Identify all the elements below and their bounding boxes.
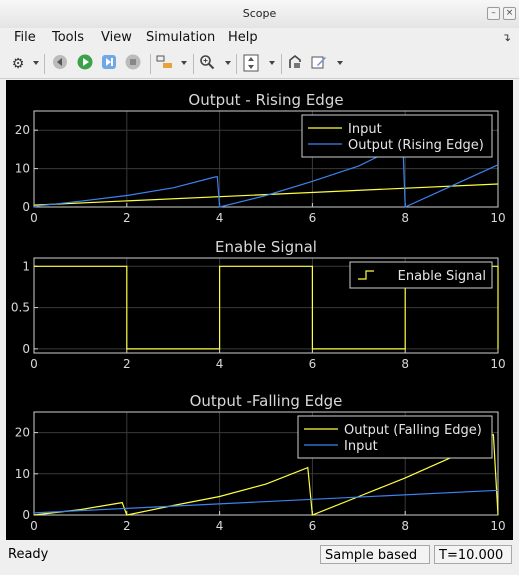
sample-mode: Sample based (320, 545, 430, 564)
status-bar: Ready Sample based T=10.000 (0, 544, 519, 567)
edit-icon[interactable] (311, 54, 331, 74)
y-tick-label: 0 (22, 342, 30, 356)
x-tick-label: 4 (216, 357, 224, 371)
chevron-down-icon[interactable] (269, 61, 275, 65)
toolbar: ⚙ (0, 50, 519, 79)
play-icon[interactable] (77, 54, 97, 74)
legend-label: Input (344, 439, 378, 454)
x-tick-label: 6 (309, 519, 317, 533)
x-tick-label: 10 (490, 519, 505, 533)
legend-label: Output (Falling Edge) (344, 423, 482, 438)
menu-view[interactable]: View (101, 30, 132, 45)
x-tick-label: 10 (490, 357, 505, 371)
autoscale-icon[interactable] (243, 54, 263, 74)
status-text: Ready (8, 547, 49, 562)
chevron-down-icon[interactable] (33, 61, 39, 65)
chart-panel-3: Output -Falling Edge 0 2 4 6 8 10 0 10 20 Output (… (15, 392, 506, 533)
chart-legend: Enable Signal (349, 261, 493, 289)
step-forward-icon[interactable] (101, 54, 121, 74)
y-tick-label: 20 (15, 123, 30, 137)
chart-legend: InputOutput (Rising Edge) (301, 114, 493, 158)
legend-label: Input (348, 122, 382, 137)
time-display: T=10.000 (434, 545, 512, 564)
y-tick-label: 0 (22, 508, 30, 522)
rewind-icon[interactable] (52, 54, 72, 74)
y-tick-label: 10 (15, 162, 30, 176)
legend-label: Enable Signal (398, 269, 486, 284)
chart-legend: Output (Falling Edge)Input (297, 415, 493, 459)
scope-axes[interactable]: Output - Rising Edge0 2 4 6 8 1001020 InputOut… (6, 80, 513, 540)
menu-tools[interactable]: Tools (52, 30, 84, 45)
dock-icon[interactable]: ↴ (502, 31, 511, 44)
x-tick-label: 6 (309, 357, 317, 371)
menu-file[interactable]: File (14, 30, 36, 45)
x-tick-label: 0 (30, 211, 38, 225)
highlight-icon[interactable] (156, 54, 176, 74)
chevron-down-icon[interactable] (181, 61, 187, 65)
gear-icon[interactable]: ⚙ (8, 54, 28, 74)
x-tick-label: 2 (123, 211, 131, 225)
zoom-icon[interactable] (199, 54, 219, 74)
y-tick-label: 1 (22, 259, 30, 273)
x-tick-label: 8 (401, 357, 409, 371)
y-tick-label: 20 (15, 426, 30, 440)
legend-label: Output (Rising Edge) (348, 138, 484, 153)
series-line-2 (33, 489, 499, 514)
menu-bar: File Tools View Simulation Help ↴ (0, 28, 519, 50)
chart-panel-2: Enable Signal 0 2 4 6 8 10 0 0.5 1 Enable Signal (11, 238, 506, 371)
menu-help[interactable]: Help (228, 30, 258, 45)
x-tick-label: 4 (216, 519, 224, 533)
series-line-1 (33, 183, 499, 206)
close-icon[interactable]: × (503, 7, 516, 20)
chart-panel-1: Output - Rising Edge 0 2 4 6 8 10 0 10 20 InputOut… (15, 91, 506, 225)
y-tick-label: 10 (15, 467, 30, 481)
x-tick-label: 0 (30, 519, 38, 533)
x-tick-label: 2 (123, 519, 131, 533)
x-tick-label: 4 (216, 211, 224, 225)
stop-icon[interactable] (125, 54, 145, 74)
x-tick-label: 8 (401, 519, 409, 533)
chart-title: Output - Rising Edge (188, 91, 343, 109)
chart-title: Output -Falling Edge (190, 392, 343, 410)
restore-icon[interactable] (287, 54, 307, 74)
y-tick-label: 0 (22, 200, 30, 214)
x-tick-label: 0 (30, 357, 38, 371)
title-bar: Scope – × (0, 0, 519, 29)
scope-plot-area: Output - Rising Edge 0 2 4 6 8 10 0 10 20 Input Out… (6, 80, 513, 540)
chevron-down-icon[interactable] (337, 61, 343, 65)
x-tick-label: 2 (123, 357, 131, 371)
chevron-down-icon[interactable] (225, 61, 231, 65)
chart-title: Enable Signal (215, 238, 317, 256)
window-title: Scope (242, 7, 277, 20)
y-tick-label: 0.5 (11, 301, 30, 315)
x-tick-label: 8 (401, 211, 409, 225)
minimize-icon[interactable]: – (487, 7, 500, 20)
x-tick-label: 6 (309, 211, 317, 225)
menu-simulation[interactable]: Simulation (146, 30, 215, 45)
x-tick-label: 10 (490, 211, 505, 225)
